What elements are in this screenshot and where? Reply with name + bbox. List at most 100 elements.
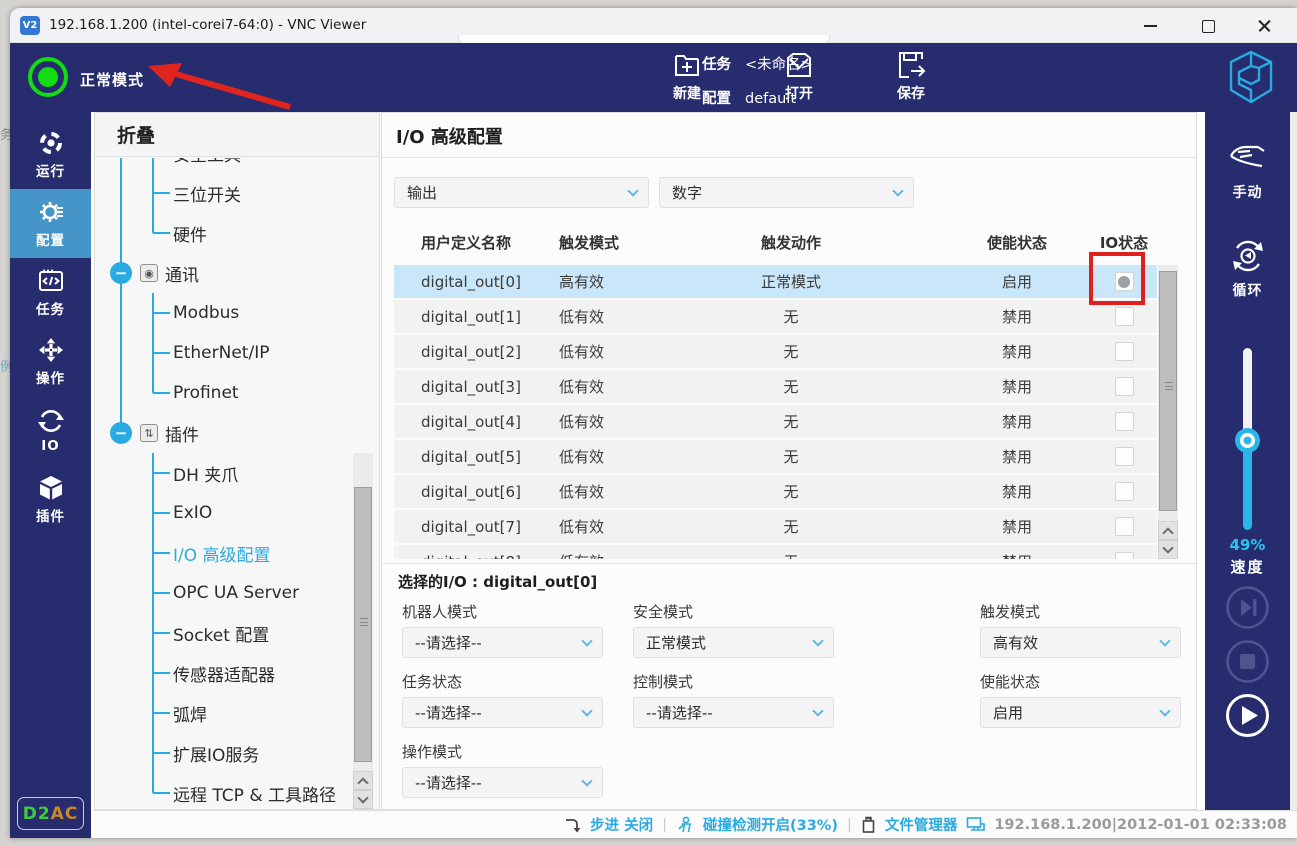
column-header-trigger-mode: 触发模式: [559, 232, 639, 253]
chevron-down-icon: [812, 705, 823, 716]
table-row[interactable]: digital_out[0]高有效 正常模式启用: [394, 265, 1157, 298]
enable-state-select[interactable]: 启用: [980, 697, 1181, 728]
divider: [382, 157, 1196, 158]
collapse-node-icon[interactable]: −: [110, 262, 132, 284]
vnc-logo-icon: V2: [20, 16, 40, 35]
tree-item-communication[interactable]: − ◉ 通讯: [95, 253, 353, 293]
collision-robot-icon: [676, 816, 694, 833]
network-monitor-icon: [966, 816, 985, 833]
open-icon: [783, 49, 815, 81]
table-scrollbar[interactable]: [1158, 265, 1178, 559]
collapse-node-icon[interactable]: −: [110, 422, 132, 444]
tree-item-plugins[interactable]: − ⇅ 插件: [95, 413, 353, 453]
tree-item-safety-tools[interactable]: 安全工具: [95, 158, 353, 173]
sidebar-item-config[interactable]: 配置: [10, 189, 91, 258]
tree-item-three-pos-switch[interactable]: 三位开关: [95, 173, 353, 213]
sidebar-item-plugin[interactable]: 插件: [10, 465, 91, 534]
minimize-button-icon[interactable]: [1144, 19, 1157, 32]
right-sidebar: 手动 循环 49% 速度: [1205, 112, 1290, 838]
tree-item-exio[interactable]: ExIO: [95, 493, 353, 533]
task-state-label: 任务状态: [402, 671, 462, 692]
io-table: digital_out[0]高有效 正常模式启用 digital_out[1]低…: [394, 265, 1157, 559]
speed-label: 速度: [1205, 556, 1290, 577]
table-row[interactable]: digital_out[7]低有效 无禁用: [394, 510, 1157, 543]
slider-thumb[interactable]: [1235, 428, 1260, 453]
tree-item-io-advanced-config[interactable]: I/O 高级配置: [95, 533, 353, 573]
table-row[interactable]: digital_out[1]低有效 无禁用: [394, 300, 1157, 333]
d2ac-logo-button[interactable]: D2AC: [17, 797, 84, 830]
tree-item-hardware[interactable]: 硬件: [95, 213, 353, 253]
task-state-select[interactable]: --请选择--: [402, 697, 603, 728]
chevron-down-icon: [892, 185, 903, 196]
tree-item-opc-ua-server[interactable]: OPC UA Server: [95, 573, 353, 613]
tree-item-sensor-adapter[interactable]: 传感器适配器: [95, 653, 353, 693]
mode-status-text: 正常模式: [80, 69, 144, 90]
maximize-button-icon[interactable]: [1201, 19, 1214, 32]
io-state-indicator: [1115, 412, 1134, 431]
chevron-down-icon: [1159, 705, 1170, 716]
speed-slider[interactable]: [1243, 348, 1252, 530]
step-status[interactable]: 步进 关闭: [590, 814, 653, 835]
table-row[interactable]: digital_out[2]低有效 无禁用: [394, 335, 1157, 368]
table-scroll-up-button[interactable]: [1158, 521, 1178, 540]
io-type-select[interactable]: 数字: [659, 177, 914, 208]
step-forward-button[interactable]: [1225, 585, 1270, 630]
code-window-icon: [38, 268, 64, 294]
io-direction-select[interactable]: 输出: [394, 177, 649, 208]
tree-item-modbus[interactable]: Modbus: [95, 293, 353, 333]
tree-item-extended-io-service[interactable]: 扩展IO服务: [95, 733, 353, 773]
open-button[interactable]: 打开: [768, 49, 830, 103]
save-button[interactable]: 保存: [880, 49, 942, 103]
tree-item-arc-welding[interactable]: 弧焊: [95, 693, 353, 733]
operation-mode-select[interactable]: --请选择--: [402, 767, 603, 798]
stop-icon: [1225, 639, 1270, 684]
tree-item-socket-config[interactable]: Socket 配置: [95, 613, 353, 653]
collision-detection-status[interactable]: 碰撞检测开启(33%): [703, 814, 838, 835]
window-title: 192.168.1.200 (intel-corei7-64:0) - VNC …: [49, 17, 366, 33]
config-tree: 安全工具 三位开关 硬件 − ◉ 通讯 Modbus EtherNet/IP P…: [95, 158, 379, 809]
table-row[interactable]: digital_out[6]低有效 无禁用: [394, 475, 1157, 508]
tree-collapse-header[interactable]: 折叠: [95, 113, 379, 157]
close-button-icon[interactable]: [1258, 19, 1271, 32]
app-header: 正常模式 任务<未命名> 配置default 新建: [10, 43, 1297, 112]
status-bar: 步进 关闭 | 碰撞检测开启(33%) | 文件管理器 192.168.1.20…: [94, 810, 1297, 838]
safety-mode-select[interactable]: 正常模式: [633, 627, 834, 658]
tree-scrollbar-thumb[interactable]: [354, 487, 372, 762]
run-icon: [38, 130, 64, 156]
table-row[interactable]: digital_out[3]低有效 无禁用: [394, 370, 1157, 403]
new-button[interactable]: 新建: [656, 49, 718, 103]
tree-scroll-up-button[interactable]: [353, 771, 373, 790]
file-manager-link[interactable]: 文件管理器: [885, 814, 958, 835]
table-scrollbar-thumb[interactable]: [1159, 271, 1177, 511]
io-cycle-icon: [38, 408, 64, 434]
connection-info: 192.168.1.200|2012-01-01 02:33:08: [994, 817, 1287, 833]
sidebar-item-run[interactable]: 运行: [10, 120, 91, 189]
trigger-mode-select[interactable]: 高有效: [980, 627, 1181, 658]
chevron-down-icon: [581, 775, 592, 786]
table-scroll-down-button[interactable]: [1158, 540, 1178, 559]
vnc-viewer-window: V2 192.168.1.200 (intel-corei7-64:0) - V…: [10, 8, 1297, 838]
tree-item-ethernet-ip[interactable]: EtherNet/IP: [95, 333, 353, 373]
control-mode-select[interactable]: --请选择--: [633, 697, 834, 728]
tree-item-dh-gripper[interactable]: DH 夹爪: [95, 453, 353, 493]
robot-mode-label: 机器人模式: [402, 601, 477, 622]
mode-indicator-icon: [28, 57, 68, 97]
sidebar-item-io[interactable]: IO: [10, 396, 91, 465]
sidebar-item-operate[interactable]: 操作: [10, 327, 91, 396]
table-row[interactable]: digital_out[4]低有效 无禁用: [394, 405, 1157, 438]
tree-scroll-down-button[interactable]: [353, 790, 373, 809]
trigger-mode-label: 触发模式: [980, 601, 1040, 622]
divider: |: [662, 817, 667, 833]
loop-mode-button[interactable]: 循环: [1205, 236, 1290, 300]
robot-mode-select[interactable]: --请选择--: [402, 627, 603, 658]
tree-scrollbar[interactable]: [353, 453, 373, 809]
sidebar-item-task[interactable]: 任务: [10, 258, 91, 327]
sidebar-item-label: IO: [41, 438, 60, 454]
tree-item-remote-tcp-tool-path[interactable]: 远程 TCP & 工具路径: [95, 773, 353, 809]
stop-button[interactable]: [1225, 639, 1270, 684]
table-row[interactable]: digital_out[5]低有效 无禁用: [394, 440, 1157, 473]
manual-mode-button[interactable]: 手动: [1205, 142, 1290, 202]
play-button[interactable]: [1225, 693, 1270, 738]
table-row[interactable]: digital_out[8]低有效 无禁用: [394, 545, 1157, 559]
tree-item-profinet[interactable]: Profinet: [95, 373, 353, 413]
